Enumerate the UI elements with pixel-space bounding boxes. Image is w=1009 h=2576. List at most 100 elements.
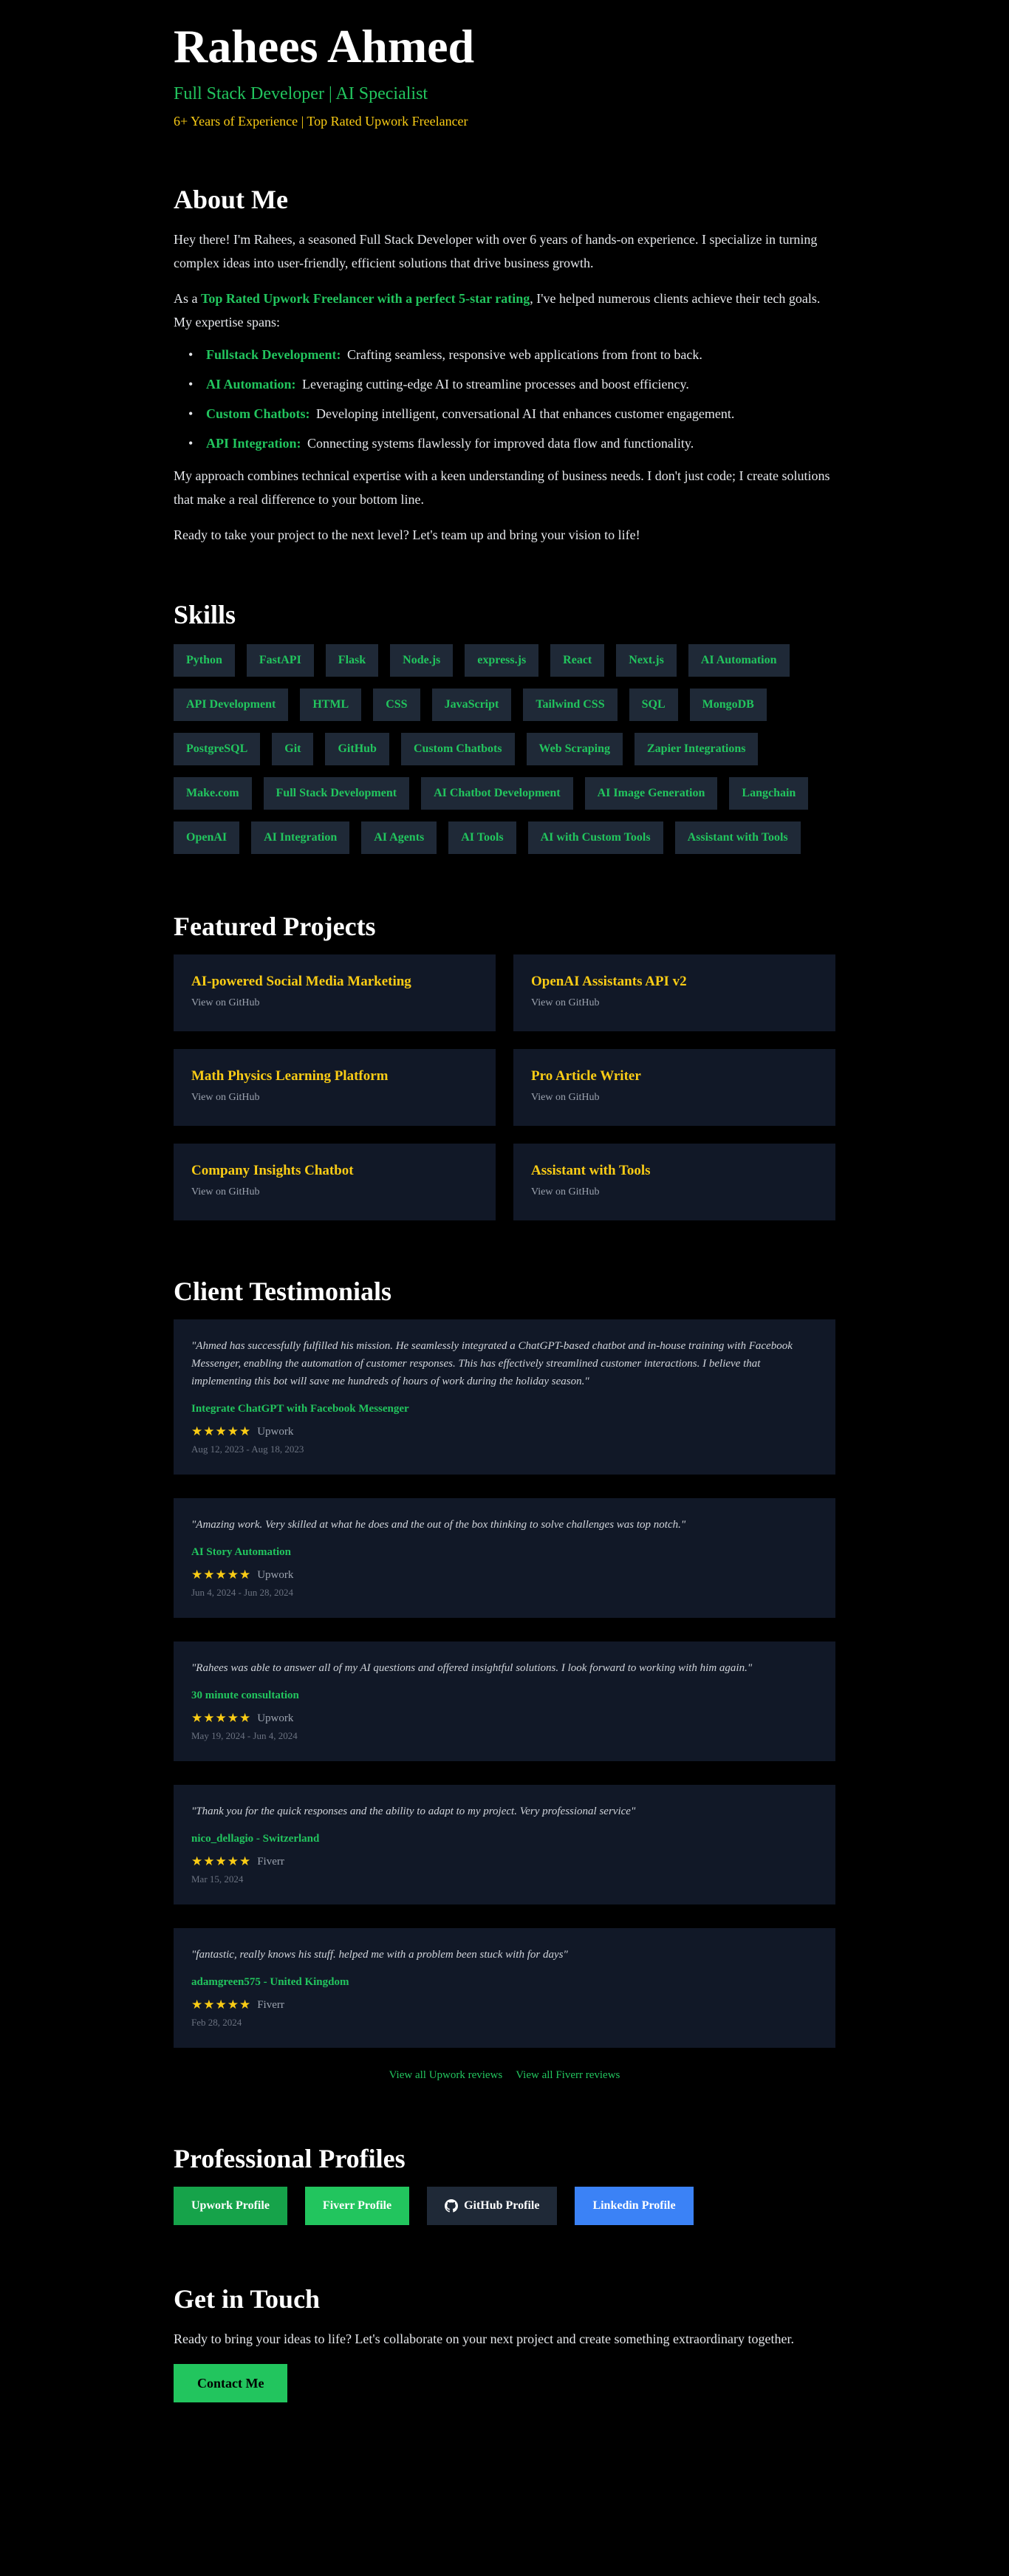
skills-section: Skills Python FastAPI Flask Node.js expr… (174, 598, 835, 854)
skill-tag: FastAPI (246, 644, 314, 677)
testimonial-project: 30 minute consultation (191, 1690, 299, 1701)
project-card[interactable]: Math Physics Learning Platform View on G… (174, 1049, 496, 1126)
contact-me-button[interactable]: Contact Me (174, 2364, 288, 2402)
contact-section: Get in Touch Ready to bring your ideas t… (174, 2283, 835, 2402)
project-title: Math Physics Learning Platform (191, 1068, 389, 1084)
skill-tag: AI Agents (361, 821, 437, 854)
skill-tag: Flask (325, 644, 379, 677)
skill-tag: React (550, 644, 605, 677)
skill-tag: HTML (300, 689, 362, 721)
about-paragraph-2: As a Top Rated Upwork Freelancer with a … (174, 287, 835, 334)
list-item: Fullstack Development: Crafting seamless… (174, 346, 835, 363)
project-card[interactable]: AI-powered Social Media Marketing View o… (174, 954, 496, 1031)
skills-heading: Skills (174, 600, 236, 629)
project-github-link[interactable]: View on GitHub (191, 996, 478, 1011)
about-section: About Me Hey there! I'm Rahees, a season… (174, 183, 835, 547)
testimonial-card: "Rahees was able to answer all of my AI … (174, 1641, 835, 1761)
project-card[interactable]: Assistant with Tools View on GitHub (513, 1144, 835, 1220)
linkedin-profile-button[interactable]: Linkedin Profile (575, 2187, 694, 2225)
skill-tag: PostgreSQL (174, 733, 261, 765)
fiverr-profile-button[interactable]: Fiverr Profile (304, 2187, 410, 2225)
project-title: Assistant with Tools (531, 1163, 651, 1178)
star-rating-icon: ★★★★★ (191, 1568, 252, 1582)
skill-tag: GitHub (325, 733, 389, 765)
testimonial-date: May 19, 2024 - Jun 4, 2024 (191, 1730, 298, 1741)
testimonial-quote: "Amazing work. Very skilled at what he d… (191, 1519, 686, 1531)
star-rating-icon: ★★★★★ (191, 1711, 252, 1726)
project-github-link[interactable]: View on GitHub (531, 1185, 818, 1200)
project-title: OpenAI Assistants API v2 (531, 974, 687, 989)
rating-row: ★★★★★ Fiverr (191, 1854, 818, 1869)
skill-tag: AI Chatbot Development (421, 777, 573, 810)
skill-tag: Git (272, 733, 314, 765)
skill-tag: AI Integration (251, 821, 350, 854)
projects-heading: Featured Projects (174, 912, 376, 941)
about-heading: About Me (174, 185, 288, 214)
list-item: AI Automation: Leveraging cutting-edge A… (174, 375, 835, 393)
star-rating-icon: ★★★★★ (191, 1854, 252, 1869)
about-p2-highlight: Top Rated Upwork Freelancer with a perfe… (201, 291, 530, 306)
skill-tag: Custom Chatbots (400, 733, 515, 765)
project-github-link[interactable]: View on GitHub (531, 996, 818, 1011)
project-card[interactable]: Pro Article Writer View on GitHub (513, 1049, 835, 1126)
testimonial-date: Mar 15, 2024 (191, 1873, 244, 1885)
skill-tag: JavaScript (431, 689, 512, 721)
testimonial-card: "fantastic, really knows his stuff. help… (174, 1928, 835, 2048)
testimonial-date: Feb 28, 2024 (191, 2017, 242, 2028)
expertise-text: Leveraging cutting-edge AI to streamline… (302, 377, 689, 392)
project-card[interactable]: Company Insights Chatbot View on GitHub (174, 1144, 496, 1220)
expertise-label: Fullstack Development: (206, 347, 341, 362)
testimonial-project: AI Story Automation (191, 1546, 292, 1558)
project-title: Company Insights Chatbot (191, 1163, 354, 1178)
project-title: Pro Article Writer (531, 1068, 641, 1084)
skill-tag: Next.js (616, 644, 677, 677)
hero-header: Rahees Ahmed Full Stack Developer | AI S… (174, 0, 835, 130)
project-github-link[interactable]: View on GitHub (191, 1090, 478, 1105)
testimonial-card: "Thank you for the quick responses and t… (174, 1785, 835, 1904)
expertise-text: Crafting seamless, responsive web applic… (346, 347, 702, 362)
project-github-link[interactable]: View on GitHub (191, 1185, 478, 1200)
skill-tag: Assistant with Tools (674, 821, 801, 854)
profiles-section: Professional Profiles Upwork Profile Fiv… (174, 2142, 835, 2225)
profiles-row: Upwork Profile Fiverr Profile GitHub Pro… (174, 2187, 835, 2225)
skill-tag: Tailwind CSS (523, 689, 618, 721)
skill-tag: Zapier Integrations (635, 733, 759, 765)
profiles-heading: Professional Profiles (174, 2144, 406, 2173)
skill-tag: CSS (373, 689, 420, 721)
skill-tag: AI with Custom Tools (527, 821, 663, 854)
skill-tag: Python (174, 644, 235, 677)
testimonial-platform: Upwork (257, 1568, 294, 1581)
star-rating-icon: ★★★★★ (191, 1424, 252, 1439)
testimonials-section: Client Testimonials "Ahmed has successfu… (174, 1275, 835, 2082)
expertise-text: Connecting systems flawlessly for improv… (307, 436, 694, 451)
skill-tag: AI Tools (448, 821, 516, 854)
testimonial-reviewer: nico_dellagio - Switzerland (191, 1833, 320, 1845)
github-profile-label: GitHub Profile (464, 2199, 540, 2212)
skill-tag: Web Scraping (526, 733, 623, 765)
project-card[interactable]: OpenAI Assistants API v2 View on GitHub (513, 954, 835, 1031)
list-item: API Integration: Connecting systems flaw… (174, 434, 835, 452)
upwork-reviews-link[interactable]: View all Upwork reviews (389, 2069, 503, 2081)
skill-tag: MongoDB (689, 689, 767, 721)
about-paragraph-1: Hey there! I'm Rahees, a seasoned Full S… (174, 232, 818, 270)
rating-row: ★★★★★ Fiverr (191, 1998, 818, 2012)
project-github-link[interactable]: View on GitHub (531, 1090, 818, 1105)
skill-tag: Node.js (390, 644, 454, 677)
testimonials-heading: Client Testimonials (174, 1277, 392, 1306)
testimonial-card: "Ahmed has successfully fulfilled his mi… (174, 1319, 835, 1475)
rating-row: ★★★★★ Upwork (191, 1424, 818, 1439)
expertise-label: AI Automation: (206, 377, 296, 392)
testimonial-date: Aug 12, 2023 - Aug 18, 2023 (191, 1444, 304, 1455)
upwork-profile-button[interactable]: Upwork Profile (174, 2187, 287, 2225)
testimonial-platform: Fiverr (257, 1998, 284, 2011)
fiverr-reviews-link[interactable]: View all Fiverr reviews (516, 2069, 620, 2081)
github-profile-button[interactable]: GitHub Profile (427, 2187, 558, 2225)
about-paragraph-3: My approach combines technical expertise… (174, 468, 830, 507)
review-links: View all Upwork reviews View all Fiverr … (174, 2068, 835, 2082)
hero-subtitle: Full Stack Developer | AI Specialist (174, 84, 428, 103)
skill-tag: Make.com (174, 777, 252, 810)
expertise-label: API Integration: (206, 436, 301, 451)
contact-heading: Get in Touch (174, 2284, 321, 2314)
upwork-profile-label: Upwork Profile (191, 2199, 270, 2212)
fiverr-profile-label: Fiverr Profile (322, 2199, 392, 2212)
